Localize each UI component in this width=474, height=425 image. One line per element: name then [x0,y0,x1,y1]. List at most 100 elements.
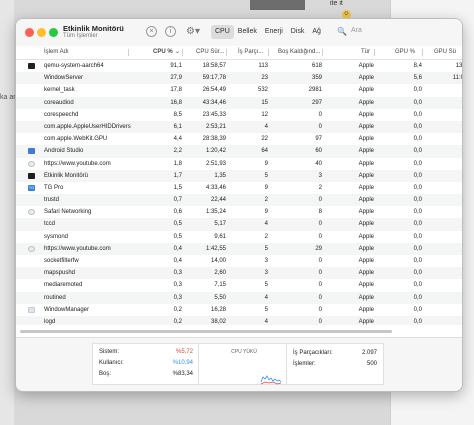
table-row[interactable]: com.apple.WebKit.GPU 4,4 28:38,39 22 97 Apple… [16,133,462,145]
cell-name: Etkinlik Monitörü [44,172,89,179]
user-label: Kullanıcı: [99,360,124,366]
search-icon[interactable]: 🔍 [337,27,347,36]
cell-idle: 8 [318,209,322,216]
zoom-window-button[interactable] [49,28,58,37]
cell-cpu: 4,4 [173,136,182,143]
table-row[interactable]: https://www.youtube.com 1,8 2:51,93 9 40 Appl… [16,158,462,170]
column-divider[interactable] [226,49,227,56]
tab-3[interactable]: Disk [287,25,309,39]
cell-user: Apple [358,184,374,191]
cell-gpu: 0,0 [413,209,422,216]
cell-threads: 3 [264,270,268,277]
table-row[interactable]: WindowManager 0,2 16,28 5 0 Apple 0,0 [16,304,462,316]
tab-2[interactable]: Enerji [261,25,287,39]
cell-user: Apple [358,294,374,301]
table-row[interactable]: kernel_task 17,8 26:54,49 532 2981 Apple 0,0 [16,84,462,96]
table-row[interactable]: Safari Networking 0,6 1:35,24 9 8 Apple 0,0 [16,206,462,218]
tab-0[interactable]: CPU [211,25,234,39]
table-row[interactable]: corespeechd 8,5 23:45,33 12 0 Apple 0,0 [16,109,462,121]
tab-4[interactable]: Ağ [308,25,325,39]
minimize-window-button[interactable] [37,28,46,37]
cell-user: Apple [358,221,374,228]
process-filter-dropdown[interactable]: Tüm İşlemler [63,33,98,39]
cell-gpu: 0,0 [413,270,422,277]
cell-threads: 2 [264,197,268,204]
table-row[interactable]: mapspushd 0,3 2,60 3 0 Apple 0,0 [16,267,462,280]
cell-user: Apple [358,306,374,313]
col-gpu-time[interactable]: GPU Sü [434,46,456,59]
column-divider[interactable] [374,49,375,56]
table-row[interactable]: logd 0,2 38,02 4 0 Apple 0,0 [16,315,462,325]
cell-time: 5,17 [214,221,226,228]
cell-time: 26:54,49 [202,87,226,94]
col-threads[interactable]: İş Parçı... [238,46,263,59]
col-idle-wakeups[interactable]: Boş Kaldığınd... [278,46,320,59]
stop-process-icon[interactable]: × [146,26,157,37]
cell-threads: 9 [264,209,268,216]
table-row[interactable]: tccd 0,5 5,17 4 0 Apple 0,0 [16,218,462,231]
table-row[interactable]: sysmond 0,5 9,61 2 0 Apple 0,0 [16,231,462,243]
cell-gpu: 8,4 [413,63,422,69]
cell-cpu: 16,8 [170,99,182,106]
process-table: qemu-system-aarch64 91,1 18:58,57 113 618 App… [16,60,462,325]
process-icon [28,197,35,203]
table-row[interactable]: trustd 0,7 22,44 2 0 Apple 0,0 [16,194,462,207]
column-divider[interactable] [322,49,323,56]
cell-name: TG Pro [44,184,64,191]
cell-cpu: 17,8 [170,87,182,94]
col-process-name[interactable]: İşlem Adı [44,46,69,59]
horizontal-scrollbar[interactable] [20,330,392,333]
info-icon[interactable]: i [165,26,176,37]
col-cpu-percent[interactable]: CPU % [153,46,173,59]
col-cpu-time[interactable]: CPU Sür... [196,46,224,59]
cell-gpu: 0,0 [413,111,422,118]
cell-gpu: 0,0 [413,148,422,155]
cell-gpu: 0,0 [413,136,422,143]
table-row[interactable]: socketfilterfw 0,4 14,00 3 0 Apple 0,0 [16,255,462,267]
table-row[interactable]: routined 0,3 5,50 4 0 Apple 0,0 [16,291,462,304]
cell-name: https://www.youtube.com [44,245,111,252]
cell-name: qemu-system-aarch64 [44,63,104,69]
cpu-load-sparkline [260,375,282,385]
process-icon [28,234,35,240]
gear-icon[interactable]: ⚙▾ [184,26,202,37]
table-row[interactable]: qemu-system-aarch64 91,1 18:58,57 113 618 App… [16,60,462,72]
column-divider[interactable] [182,49,183,56]
table-row[interactable]: com.apple.AppleUserHIDDrivers 6,1 2:53,21 4… [16,120,462,134]
cell-gpu: 0,0 [413,99,422,106]
table-row[interactable]: coreaudiod 16,8 43:34,46 15 297 Apple 0,0 [16,96,462,109]
cell-idle: 0 [318,197,322,204]
table-row[interactable]: Etkinlik Monitörü 1,7 1,35 5 3 Apple 0,0 [16,169,462,182]
processes-value: 500 [366,361,377,367]
cell-user: Apple [358,160,374,167]
cell-threads: 4 [264,294,268,301]
cell-name: com.apple.AppleUserHIDDrivers [44,123,131,130]
cell-idle: 3 [318,172,322,179]
cell-user: Apple [358,123,374,130]
close-window-button[interactable] [25,28,34,37]
column-divider[interactable] [268,49,269,56]
col-gpu-percent[interactable]: GPU % [395,46,415,59]
cell-cpu: 0,2 [173,318,182,325]
cell-threads: 23 [261,75,268,82]
col-user[interactable]: Tür [361,46,370,59]
cell-name: sysmond [44,233,69,240]
cell-idle: 0 [318,258,322,264]
cell-threads: 5 [264,306,268,313]
cell-threads: 5 [264,245,268,252]
table-row[interactable]: Android Studio 2,2 1:20,42 64 60 Apple 0,0 [16,145,462,158]
tab-1[interactable]: Bellek [234,25,261,39]
cell-idle: 0 [318,306,322,313]
cell-time: 1:42,55 [205,245,226,252]
column-divider[interactable] [422,49,423,56]
search-input[interactable]: Ara [351,27,362,34]
table-row[interactable]: TG TG Pro 1,5 4:33,46 9 2 Apple 0,0 [16,182,462,194]
cell-idle: 359 [311,75,322,82]
cell-user: Apple [358,258,374,264]
tg-pro-icon: TG [28,184,35,191]
table-row[interactable]: WindowServer 27,9 59:17,78 23 359 Apple 5,6 11:… [16,72,462,85]
column-divider[interactable] [128,49,129,56]
table-row[interactable]: https://www.youtube.com 0,4 1:42,55 5 29 Appl… [16,242,462,255]
cell-user: Apple [358,111,374,118]
table-row[interactable]: mediaremoted 0,3 7,15 5 0 Apple 0,0 [16,279,462,291]
